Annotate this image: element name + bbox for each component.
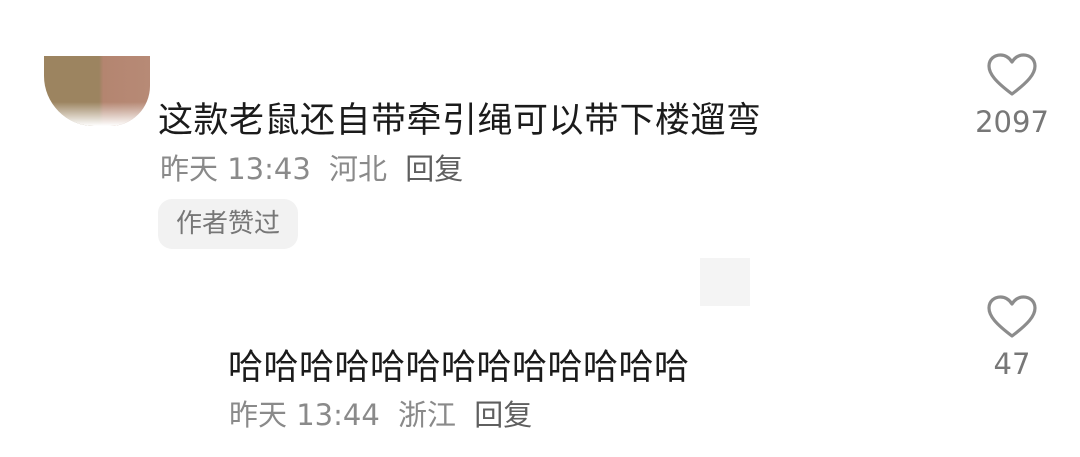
comment-time: 昨天 13:43 [160, 152, 311, 186]
author-liked-badge: 作者赞过 [158, 199, 299, 249]
like-count: 2097 [975, 105, 1049, 139]
heart-outline-icon [987, 53, 1037, 96]
like-button[interactable]: 2097 [964, 52, 1060, 140]
reply-button[interactable]: 回复 [405, 152, 463, 186]
comment-location: 河北 [329, 152, 388, 186]
comment-location: 浙江 [398, 398, 457, 432]
comment-meta: 昨天 13:43 河北 回复 [160, 151, 472, 187]
like-count: 47 [993, 347, 1031, 381]
reply-button[interactable]: 回复 [474, 398, 532, 432]
avatar[interactable] [44, 56, 150, 126]
blank-patch [700, 258, 750, 306]
comment-text: 哈哈哈哈哈哈哈哈哈哈哈哈哈 [228, 348, 690, 388]
comment-text: 这款老鼠还自带牵引绳可以带下楼遛弯 [158, 101, 762, 141]
comment-time: 昨天 13:44 [229, 398, 380, 432]
heart-outline-icon [987, 295, 1037, 338]
like-button[interactable]: 47 [964, 294, 1060, 382]
comment-meta: 昨天 13:44 浙江 回复 [229, 397, 541, 433]
